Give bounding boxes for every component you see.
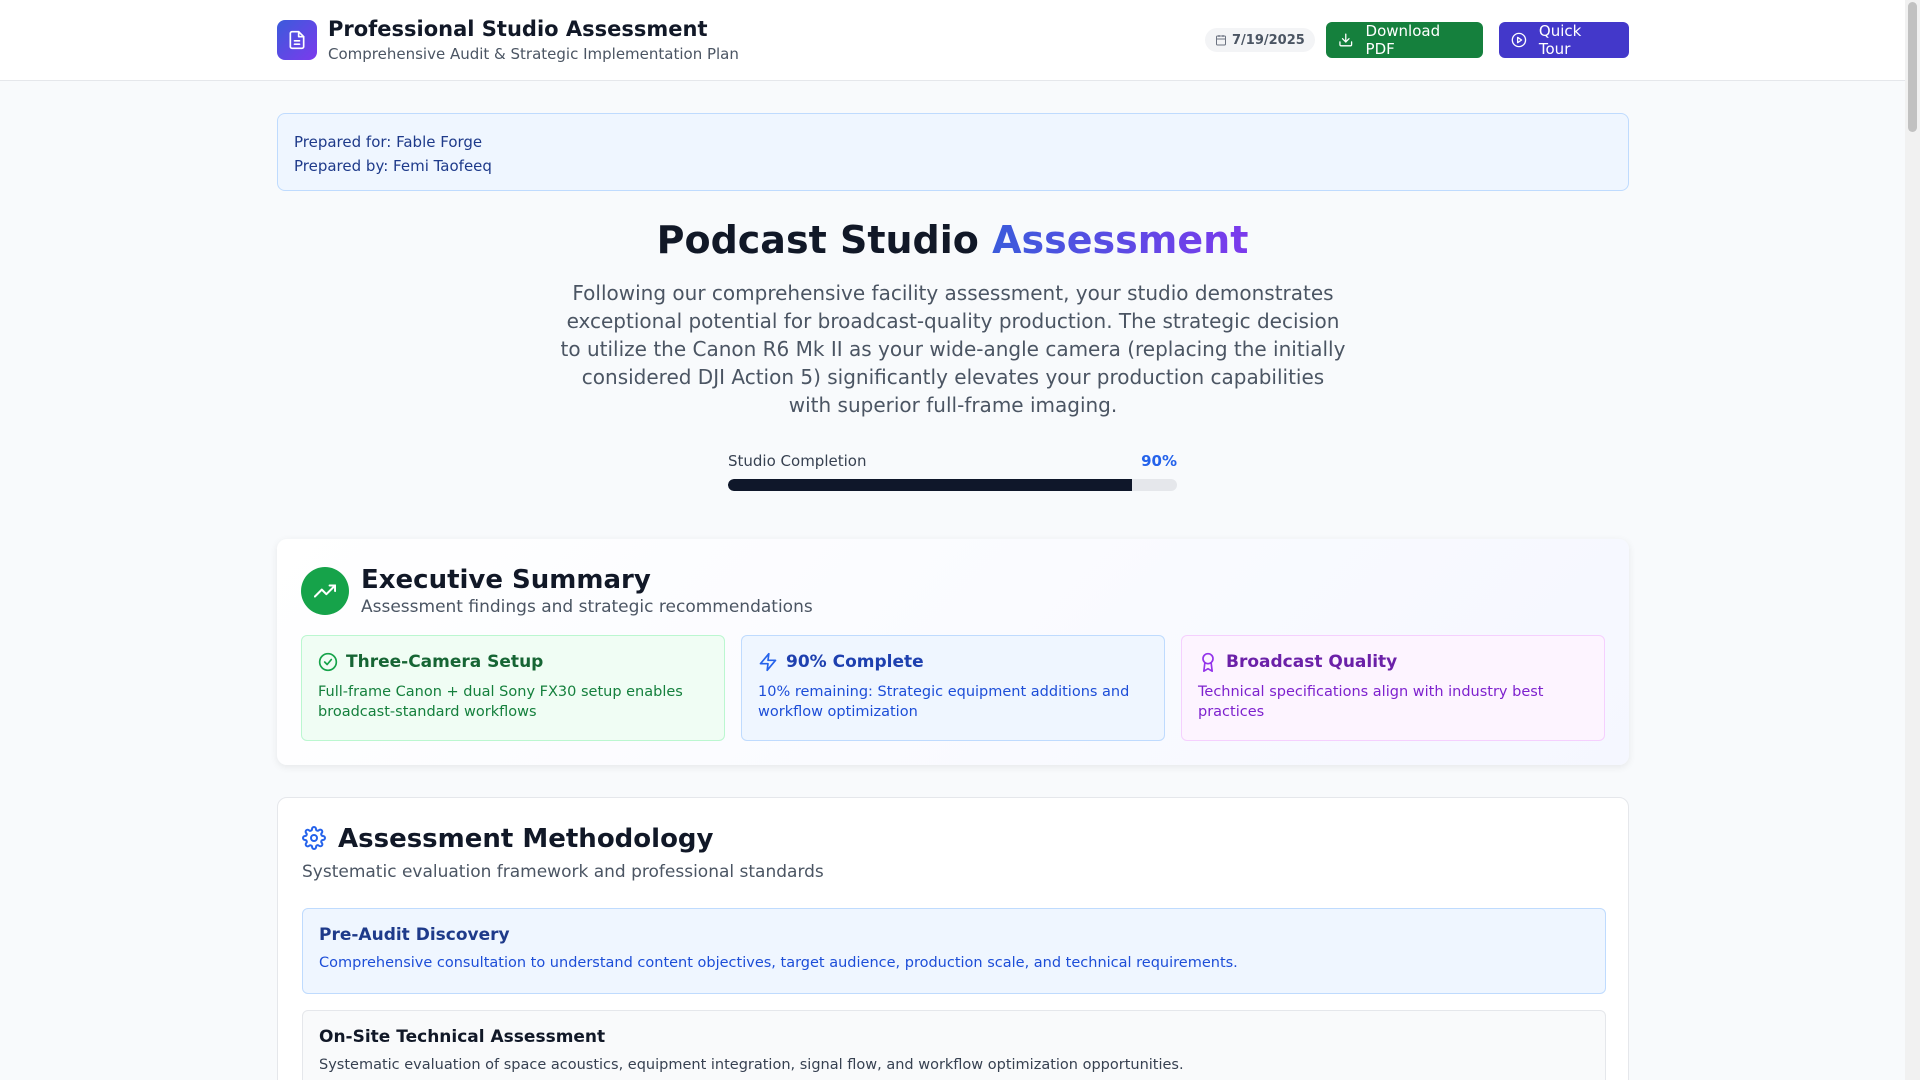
quick-tour-label: Quick Tour (1538, 22, 1582, 58)
document-icon (277, 20, 317, 60)
page-title: Podcast Studio Assessment (0, 218, 1905, 262)
stat-body: Technical specifications align with indu… (1198, 684, 1544, 720)
methodology-title: Assessment Methodology (338, 824, 714, 854)
lightning-icon (759, 652, 777, 672)
page-scrollbar[interactable] (1905, 0, 1920, 1080)
executive-summary-subtitle: Assessment findings and strategic recomm… (361, 597, 813, 617)
award-icon (1202, 652, 1214, 672)
step-body: Systematic evaluation of space acoustics… (319, 1057, 1184, 1073)
page-title-main: Podcast Studio (656, 218, 979, 262)
download-pdf-button[interactable]: Download PDF (1326, 22, 1483, 58)
quick-tour-button[interactable]: Quick Tour (1499, 22, 1629, 58)
date-badge: 7/19/2025 (1205, 28, 1315, 52)
app-subtitle: Comprehensive Audit & Strategic Implemen… (328, 45, 739, 63)
methodology-step-pre-audit: Pre-Audit Discovery Comprehensive consul… (302, 908, 1606, 994)
stat-title: Three-Camera Setup (346, 652, 544, 672)
progress-value: 90% (1141, 452, 1177, 470)
executive-summary-card: Executive Summary Assessment findings an… (277, 539, 1629, 765)
progress-label: Studio Completion (728, 452, 867, 470)
stat-card-three-camera: Three-Camera Setup Full-frame Canon + du… (301, 635, 725, 741)
download-icon (1339, 33, 1353, 47)
calendar-icon (1216, 35, 1226, 46)
progress-bar-fill (728, 479, 1133, 491)
check-circle-icon (318, 652, 338, 672)
page-title-accent: Assessment (992, 218, 1249, 262)
stat-body: 10% remaining: Strategic equipment addit… (758, 684, 1130, 720)
date-text: 7/19/2025 (1232, 32, 1305, 48)
prepared-info-box: Prepared for: Fable Forge Prepared by: F… (277, 113, 1629, 191)
gear-icon (302, 826, 326, 850)
stat-title: 90% Complete (786, 652, 924, 672)
step-title: On-Site Technical Assessment (319, 1027, 606, 1047)
top-header: Professional Studio Assessment Comprehen… (0, 0, 1905, 81)
executive-summary-title: Executive Summary (361, 565, 651, 595)
stat-card-completion: 90% Complete 10% remaining: Strategic eq… (741, 635, 1165, 741)
step-body: Comprehensive consultation to understand… (319, 955, 1238, 971)
page-scrollbar-thumb[interactable] (1908, 2, 1917, 132)
intro-paragraph: Following our comprehensive facility ass… (560, 281, 1346, 417)
play-circle-icon (1511, 32, 1527, 48)
stat-body: Full-frame Canon + dual Sony FX30 setup … (318, 684, 683, 720)
download-pdf-label: Download PDF (1365, 22, 1441, 58)
progress-bar (728, 479, 1177, 491)
methodology-card: Assessment Methodology Systematic evalua… (277, 797, 1629, 1080)
prepared-by: Prepared by: Femi Taofeeq (294, 157, 492, 175)
step-title: Pre-Audit Discovery (319, 925, 510, 945)
trending-up-icon (301, 567, 349, 615)
app-title: Professional Studio Assessment (328, 17, 708, 41)
stat-title: Broadcast Quality (1226, 652, 1398, 672)
stat-card-broadcast-quality: Broadcast Quality Technical specificatio… (1181, 635, 1605, 741)
methodology-subtitle: Systematic evaluation framework and prof… (302, 862, 824, 882)
methodology-step-on-site: On-Site Technical Assessment Systematic … (302, 1010, 1606, 1080)
prepared-for: Prepared for: Fable Forge (294, 133, 483, 151)
